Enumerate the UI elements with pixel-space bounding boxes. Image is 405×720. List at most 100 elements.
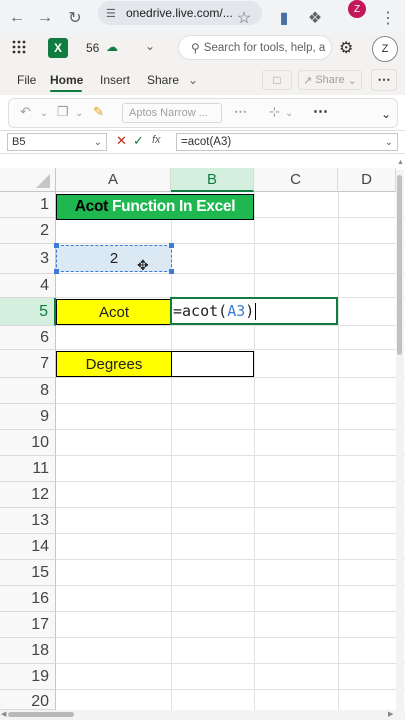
extension-icon[interactable]: ▮ bbox=[272, 0, 296, 36]
cell-a1-title[interactable]: Acot Function In Excel bbox=[56, 194, 254, 220]
row-header[interactable]: 20 bbox=[0, 690, 56, 710]
back-icon[interactable]: ← bbox=[5, 0, 29, 36]
formula-prefix: =acot( bbox=[173, 302, 228, 320]
column-header-c[interactable]: C bbox=[254, 168, 338, 192]
font-name-select[interactable]: Aptos Narrow ... bbox=[122, 103, 222, 123]
column-header-d[interactable]: D bbox=[338, 168, 396, 192]
cell-b7[interactable] bbox=[171, 351, 254, 377]
row-header[interactable]: 3 bbox=[0, 244, 56, 274]
account-avatar[interactable]: Z bbox=[372, 36, 398, 62]
undo-chevron-icon[interactable]: ⌄ bbox=[40, 108, 48, 119]
row-header[interactable]: 12 bbox=[0, 482, 56, 508]
autosave-count: 56 bbox=[86, 41, 100, 55]
row-header[interactable]: 15 bbox=[0, 560, 56, 586]
excel-logo-icon: X bbox=[48, 38, 68, 58]
search-input[interactable]: ⚲ Search for tools, help, a bbox=[178, 35, 332, 60]
row-header[interactable]: 6 bbox=[0, 326, 56, 350]
cell-a5[interactable]: Acot bbox=[56, 299, 172, 325]
cell-a3[interactable]: 2 bbox=[56, 245, 172, 272]
range-handle[interactable] bbox=[54, 269, 59, 274]
grid-line bbox=[56, 559, 405, 560]
name-box-chevron-icon[interactable]: ⌄ bbox=[94, 137, 102, 148]
column-header-a[interactable]: A bbox=[56, 168, 171, 192]
forward-icon[interactable]: → bbox=[33, 0, 57, 36]
toolbar-overflow-icon[interactable]: ⋯ bbox=[313, 102, 328, 120]
waffle-icon[interactable] bbox=[12, 40, 26, 54]
grid-line bbox=[56, 429, 405, 430]
share-button-label: Share bbox=[315, 74, 345, 86]
row-header[interactable]: 19 bbox=[0, 664, 56, 690]
text-caret bbox=[255, 302, 257, 320]
font-name-value: Aptos Narrow ... bbox=[129, 107, 208, 119]
row-header[interactable]: 9 bbox=[0, 404, 56, 430]
font-options-more-icon[interactable]: ⋯ bbox=[234, 104, 247, 120]
name-box[interactable]: B5 ⌄ bbox=[7, 133, 107, 151]
tab-insert[interactable]: Insert bbox=[100, 73, 130, 87]
more-options-icon[interactable]: ⋯ bbox=[371, 69, 397, 91]
range-handle[interactable] bbox=[169, 243, 174, 248]
range-handle[interactable] bbox=[54, 243, 59, 248]
row-header[interactable]: 5 bbox=[0, 298, 56, 326]
row-header[interactable]: 13 bbox=[0, 508, 56, 534]
menu-dots-icon[interactable]: ⋮ bbox=[376, 0, 400, 36]
row-header[interactable]: 16 bbox=[0, 586, 56, 612]
bookmark-star-icon[interactable]: ☆ bbox=[232, 0, 256, 36]
row-header[interactable]: 1 bbox=[0, 192, 56, 218]
row-header[interactable]: 8 bbox=[0, 378, 56, 404]
scroll-right-arrow-icon[interactable]: ▶ bbox=[388, 710, 393, 718]
site-settings-icon[interactable]: ☰ bbox=[106, 7, 120, 20]
tab-file[interactable]: File bbox=[17, 73, 36, 87]
grid-line bbox=[56, 243, 405, 244]
vertical-scroll-thumb[interactable] bbox=[397, 175, 402, 355]
row-header[interactable]: 17 bbox=[0, 612, 56, 638]
scroll-up-arrow-icon[interactable]: ▲ bbox=[397, 159, 404, 166]
row-header[interactable]: 10 bbox=[0, 430, 56, 456]
worksheet-grid[interactable] bbox=[0, 154, 405, 710]
format-painter-icon[interactable]: ✎ bbox=[93, 104, 104, 120]
row-header[interactable]: 4 bbox=[0, 274, 56, 298]
cell-a7[interactable]: Degrees bbox=[56, 351, 172, 377]
filter-chevron-icon[interactable]: ⌄ bbox=[285, 108, 293, 119]
row-header[interactable]: 18 bbox=[0, 638, 56, 664]
cell-b5-editing[interactable]: =acot(A3) bbox=[170, 297, 338, 325]
row-header[interactable]: 11 bbox=[0, 456, 56, 482]
select-all-corner[interactable] bbox=[0, 168, 56, 192]
ribbon-expand-icon[interactable]: ⌄ bbox=[381, 107, 391, 121]
row-header[interactable]: 7 bbox=[0, 350, 56, 378]
column-header-b[interactable]: B bbox=[171, 168, 254, 192]
paste-icon[interactable]: ❐ bbox=[57, 104, 69, 120]
name-box-value: B5 bbox=[12, 136, 26, 148]
chevron-down-icon[interactable]: ⌄ bbox=[145, 39, 155, 53]
formula-expand-icon[interactable]: ⌄ bbox=[385, 137, 393, 148]
grid-line bbox=[338, 192, 339, 710]
formula-reference: A3 bbox=[227, 302, 246, 320]
tabs-more-chevron-icon[interactable]: ⌄ bbox=[188, 73, 198, 87]
cell-a7-label: Degrees bbox=[85, 355, 143, 373]
move-cursor-icon: ✥ bbox=[137, 257, 149, 273]
tab-share[interactable]: Share bbox=[147, 73, 179, 87]
tab-home[interactable]: Home bbox=[50, 73, 83, 87]
share-button[interactable]: ↗ Share ⌄ bbox=[298, 70, 362, 90]
scroll-left-arrow-icon[interactable]: ◀ bbox=[1, 710, 6, 718]
cancel-x-icon[interactable]: ✕ bbox=[116, 133, 127, 149]
enter-check-icon[interactable]: ✓ bbox=[133, 133, 144, 149]
reload-icon[interactable]: ↻ bbox=[63, 0, 87, 36]
profile-initial: Z bbox=[348, 0, 366, 18]
profile-avatar[interactable]: Z bbox=[348, 0, 366, 18]
settings-gear-icon[interactable]: ⚙ bbox=[339, 38, 353, 58]
insert-function-icon[interactable]: fx bbox=[152, 134, 161, 146]
comments-button[interactable]: □ bbox=[262, 70, 292, 90]
undo-icon[interactable]: ↶ bbox=[20, 104, 31, 120]
row-header[interactable]: 2 bbox=[0, 218, 56, 244]
formula-input[interactable]: =acot(A3) ⌄ bbox=[176, 133, 398, 151]
filter-icon[interactable]: ⊹ bbox=[269, 104, 280, 120]
grid-line bbox=[56, 585, 405, 586]
row-header[interactable]: 14 bbox=[0, 534, 56, 560]
horizontal-scroll-thumb[interactable] bbox=[8, 712, 74, 717]
paste-chevron-icon[interactable]: ⌄ bbox=[75, 108, 83, 119]
formula-suffix: ) bbox=[245, 302, 255, 320]
range-handle[interactable] bbox=[169, 269, 174, 274]
puzzle-icon[interactable]: ❖ bbox=[303, 0, 327, 36]
grid-line bbox=[56, 663, 405, 664]
active-tab-indicator bbox=[50, 90, 82, 92]
